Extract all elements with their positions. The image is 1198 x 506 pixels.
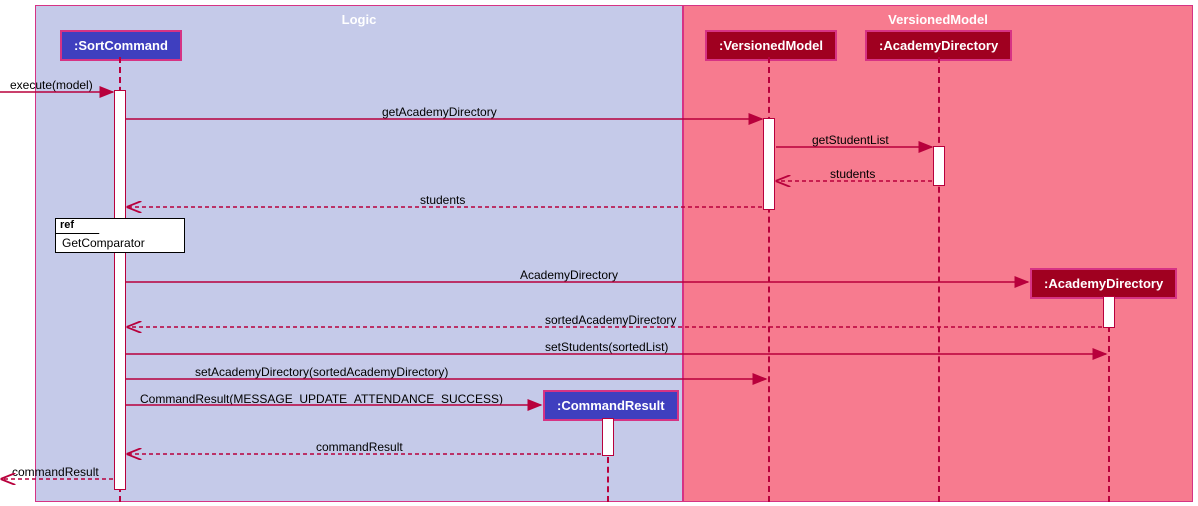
- activation-sortcommand: [114, 90, 126, 490]
- activation-commandresult: [602, 418, 614, 456]
- participant-academydirectory2: :AcademyDirectory: [1030, 268, 1177, 299]
- msg-setacademydirectory: setAcademyDirectory(sortedAcademyDirecto…: [195, 365, 448, 379]
- msg-commandresult-return: commandResult: [316, 440, 403, 454]
- ref-tab: ref: [55, 218, 100, 234]
- msg-commandresult-create: CommandResult(MESSAGE_UPDATE_ATTENDANCE_…: [140, 392, 503, 406]
- logic-title: Logic: [342, 12, 377, 27]
- activation-academydirectory1: [933, 146, 945, 186]
- msg-academydirectory-create: AcademyDirectory: [520, 268, 618, 282]
- msg-commandresult-out: commandResult: [12, 465, 99, 479]
- activation-academydirectory2: [1103, 296, 1115, 328]
- msg-setstudents: setStudents(sortedList): [545, 340, 668, 354]
- msg-execute: execute(model): [10, 78, 93, 92]
- activation-versionedmodel-1: [763, 118, 775, 210]
- ref-text: GetComparator: [62, 236, 145, 250]
- lifeline-academydirectory1: [938, 57, 940, 502]
- participant-commandresult: :CommandResult: [543, 390, 679, 421]
- msg-students2: students: [420, 193, 465, 207]
- logic-region: Logic: [35, 5, 683, 502]
- msg-students1: students: [830, 167, 875, 181]
- ref-fragment: ref GetComparator: [55, 218, 185, 253]
- versioned-title: VersionedModel: [888, 12, 988, 27]
- msg-sortedacademydirectory: sortedAcademyDirectory: [545, 313, 676, 327]
- msg-getacademydirectory: getAcademyDirectory: [382, 105, 497, 119]
- participant-versionedmodel: :VersionedModel: [705, 30, 837, 61]
- msg-getstudentlist: getStudentList: [812, 133, 889, 147]
